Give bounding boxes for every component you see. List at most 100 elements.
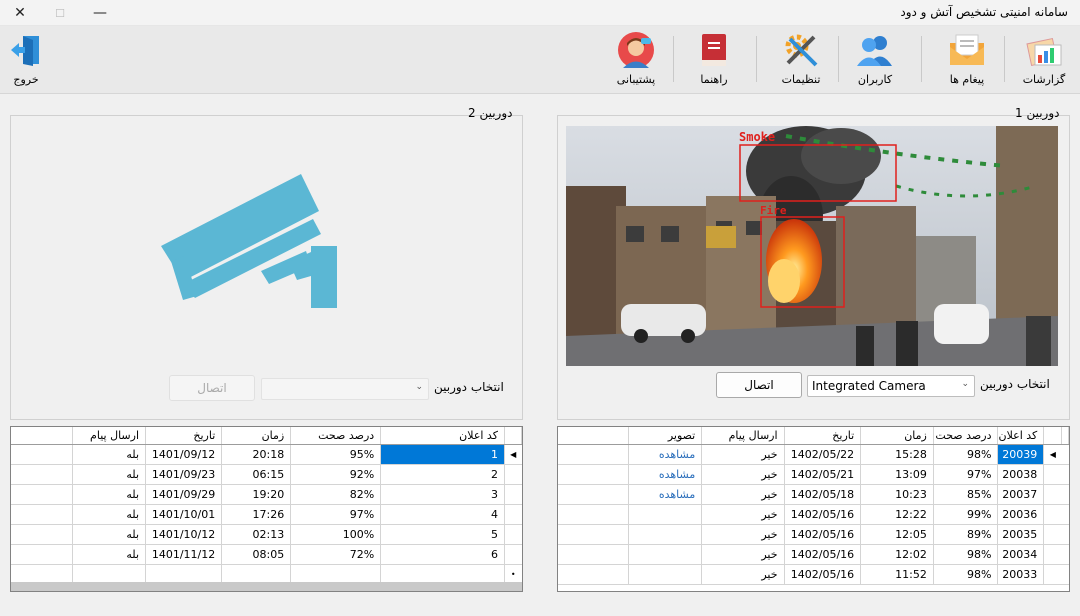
view-image-link[interactable]: مشاهده: [628, 484, 703, 505]
users-label: کاربران: [857, 73, 893, 86]
table-row[interactable]: مشاهده خیر 1402/05/22 15:28 98% 20039 ◀: [558, 444, 1069, 465]
close-icon: ✕: [14, 5, 26, 21]
camera2-select[interactable]: ⌄: [261, 378, 429, 400]
row-header[interactable]: [504, 544, 522, 565]
toolbar-separator: [838, 36, 839, 82]
close-button[interactable]: ✕: [0, 0, 40, 26]
column-header[interactable]: زمان: [221, 427, 292, 445]
row-header[interactable]: [1043, 564, 1062, 585]
camera1-connect-button[interactable]: اتصال: [716, 372, 802, 398]
camera1-select[interactable]: Integrated Camera ⌄: [807, 375, 975, 397]
row-header[interactable]: [504, 484, 522, 505]
table-cell: 82%: [290, 484, 382, 505]
row-header[interactable]: [1043, 504, 1062, 525]
row-header[interactable]: [1043, 544, 1062, 565]
reports-label: گزارشات: [1022, 73, 1066, 86]
row-header[interactable]: [504, 464, 522, 485]
table-cell: 20037: [997, 484, 1045, 505]
table-row[interactable]: بله 1401/09/29 19:20 82% 3: [11, 484, 522, 505]
toolbar-separator: [673, 36, 674, 82]
table-row[interactable]: مشاهده خیر 1402/05/21 13:09 97% 20038: [558, 464, 1069, 485]
table-cell: 6: [380, 544, 505, 565]
toolbar-separator: [756, 36, 757, 82]
camera2-alerts-table: ارسال پیام تاریخ زمان درصد صحت کد اعلان بله 1…: [11, 427, 522, 585]
camera2-alerts-grid[interactable]: ارسال پیام تاریخ زمان درصد صحت کد اعلان بله 1…: [10, 426, 523, 592]
table-cell: 1401/09/23: [145, 464, 223, 485]
view-image-link: [628, 504, 703, 525]
table-row[interactable]: بله 1401/09/12 20:18 95% 1 ◀: [11, 444, 522, 465]
table-cell: 20038: [997, 464, 1045, 485]
new-row[interactable]: •: [11, 564, 522, 585]
scrollbar-cell: [1061, 484, 1069, 505]
column-header[interactable]: تاریخ: [784, 427, 862, 445]
column-header[interactable]: کد اعلان: [997, 427, 1045, 445]
exit-label: خروج: [13, 73, 39, 86]
table-row[interactable]: خیر 1402/05/16 12:02 98% 20034: [558, 544, 1069, 565]
table-row[interactable]: بله 1401/10/01 17:26 97% 4: [11, 504, 522, 525]
camera2-connect-button[interactable]: اتصال: [169, 375, 255, 401]
table-cell: 1402/05/16: [784, 544, 862, 565]
table-cell: [290, 564, 382, 585]
current-row-indicator[interactable]: ◀: [504, 444, 522, 465]
current-row-indicator[interactable]: ◀: [1043, 444, 1062, 465]
row-header[interactable]: [504, 504, 522, 525]
support-button[interactable]: پشتیبانی: [612, 30, 660, 90]
column-header[interactable]: زمان: [860, 427, 934, 445]
table-row[interactable]: خیر 1402/05/16 11:52 98% 20033: [558, 564, 1069, 585]
column-header[interactable]: تاریخ: [145, 427, 223, 445]
table-cell: 12:22: [860, 504, 934, 525]
row-header[interactable]: [1043, 464, 1062, 485]
table-cell: خیر: [701, 524, 785, 545]
guide-button[interactable]: راهنما: [694, 30, 734, 90]
filler-cell: [558, 564, 629, 585]
table-row[interactable]: بله 1401/11/12 08:05 72% 6: [11, 544, 522, 565]
toolbar-separator: [1004, 36, 1005, 82]
table-cell: 1402/05/18: [784, 484, 862, 505]
toolbar-separator: [921, 36, 922, 82]
table-row[interactable]: خیر 1402/05/16 12:22 99% 20036: [558, 504, 1069, 525]
table-cell: 1402/05/16: [784, 524, 862, 545]
column-header[interactable]: ارسال پیام: [72, 427, 147, 445]
filler-cell: [11, 564, 74, 585]
table-cell: 1401/11/12: [145, 544, 223, 565]
row-header[interactable]: [1043, 524, 1062, 545]
filler-header: [11, 427, 74, 445]
camera1-select-label: انتخاب دوربین: [980, 377, 1050, 391]
table-cell: 17:26: [221, 504, 292, 525]
settings-button[interactable]: تنظیمات: [778, 30, 824, 90]
table-cell: 20036: [997, 504, 1045, 525]
column-header[interactable]: تصویر: [628, 427, 703, 445]
column-header[interactable]: کد اعلان: [380, 427, 505, 445]
table-row[interactable]: بله 1401/10/12 02:13 100% 5: [11, 524, 522, 545]
table-cell: 20:18: [221, 444, 292, 465]
horizontal-scrollbar[interactable]: [11, 582, 522, 591]
column-header[interactable]: ارسال پیام: [701, 427, 785, 445]
chevron-down-icon: ⌄: [961, 379, 969, 389]
table-row[interactable]: مشاهده خیر 1402/05/18 10:23 85% 20037: [558, 484, 1069, 505]
table-cell: [145, 564, 223, 585]
table-row[interactable]: خیر 1402/05/16 12:05 89% 20035: [558, 524, 1069, 545]
toolbar: خروج پشتیبانی راهنما تنظیمات کاربران پیغ…: [0, 26, 1080, 94]
messages-button[interactable]: پیغام ها: [944, 30, 990, 90]
camera1-alerts-grid[interactable]: تصویر ارسال پیام تاریخ زمان درصد صحت کد اعلان…: [557, 426, 1070, 592]
reports-button[interactable]: گزارشات: [1020, 30, 1068, 90]
table-header-row: تصویر ارسال پیام تاریخ زمان درصد صحت کد اعلان: [558, 427, 1069, 445]
maximize-button[interactable]: ☐: [40, 0, 80, 26]
table-cell: خیر: [701, 544, 785, 565]
table-row[interactable]: بله 1401/09/23 06:15 92% 2: [11, 464, 522, 485]
table-cell: 2: [380, 464, 505, 485]
column-header[interactable]: درصد صحت: [290, 427, 382, 445]
row-header[interactable]: [1043, 484, 1062, 505]
table-cell: بله: [72, 444, 147, 465]
minimize-button[interactable]: —: [80, 0, 120, 26]
new-row-indicator[interactable]: •: [504, 564, 522, 585]
users-button[interactable]: کاربران: [854, 30, 896, 90]
filler-cell: [558, 444, 629, 465]
table-cell: 89%: [933, 524, 999, 545]
row-header[interactable]: [504, 524, 522, 545]
exit-button[interactable]: خروج: [6, 30, 46, 90]
view-image-link[interactable]: مشاهده: [628, 444, 703, 465]
column-header[interactable]: درصد صحت: [933, 427, 999, 445]
table-cell: 5: [380, 524, 505, 545]
view-image-link[interactable]: مشاهده: [628, 464, 703, 485]
